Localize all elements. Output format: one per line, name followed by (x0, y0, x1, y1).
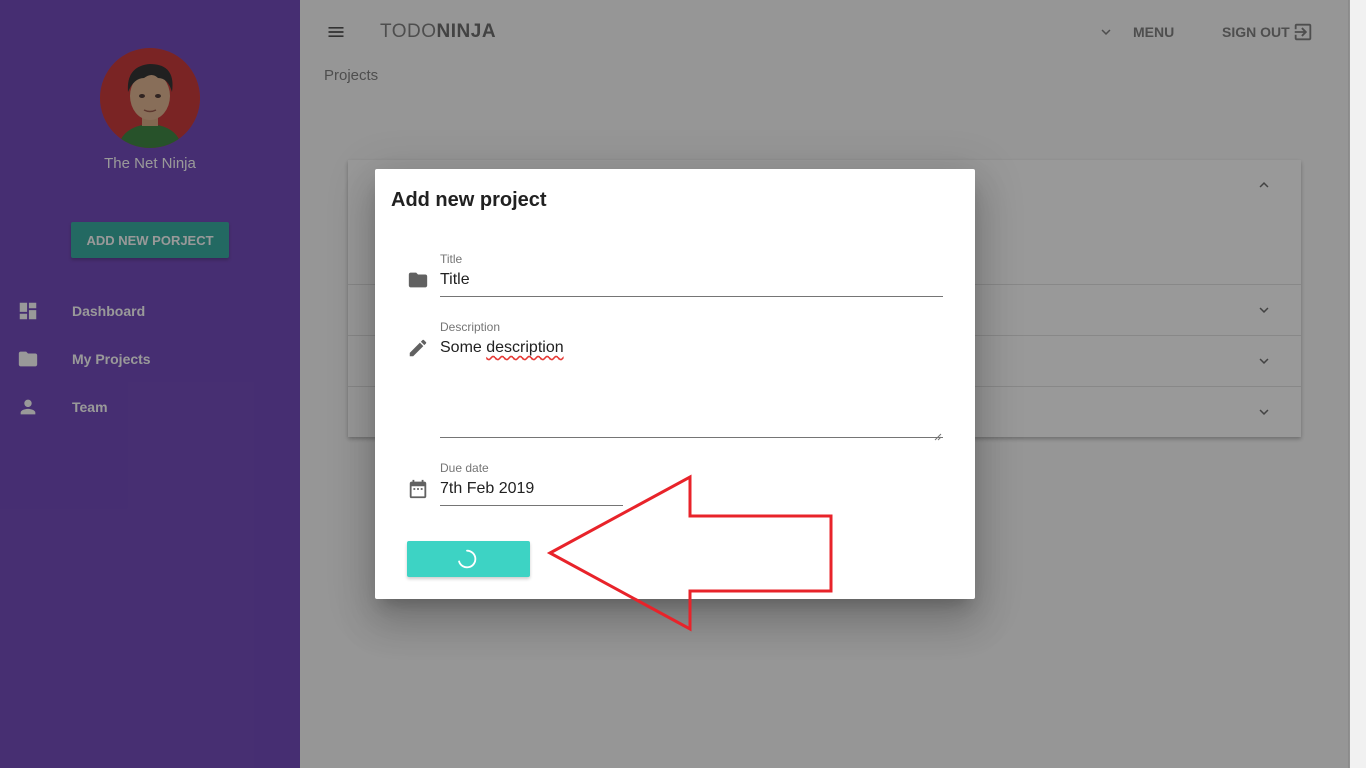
description-misspelled-word: description (486, 339, 564, 356)
pencil-icon (407, 337, 429, 359)
loading-spinner-icon (457, 549, 477, 569)
title-field-label: Title (440, 252, 463, 266)
annotation-arrow-icon (546, 474, 833, 632)
due-date-field-label: Due date (440, 461, 489, 475)
description-text: Some (440, 339, 487, 356)
title-field[interactable] (440, 270, 940, 290)
resize-grip-icon[interactable] (934, 428, 942, 441)
dialog-title: Add new project (391, 189, 547, 211)
page-scrollbar[interactable] (1348, 0, 1366, 768)
add-project-submit-button[interactable] (407, 541, 530, 577)
description-textarea[interactable]: Some description (440, 339, 940, 429)
title-field-underline (440, 296, 943, 297)
folder-icon (407, 269, 429, 291)
description-field-underline (440, 437, 943, 438)
description-field-label: Description (440, 320, 501, 334)
calendar-icon (407, 478, 429, 500)
